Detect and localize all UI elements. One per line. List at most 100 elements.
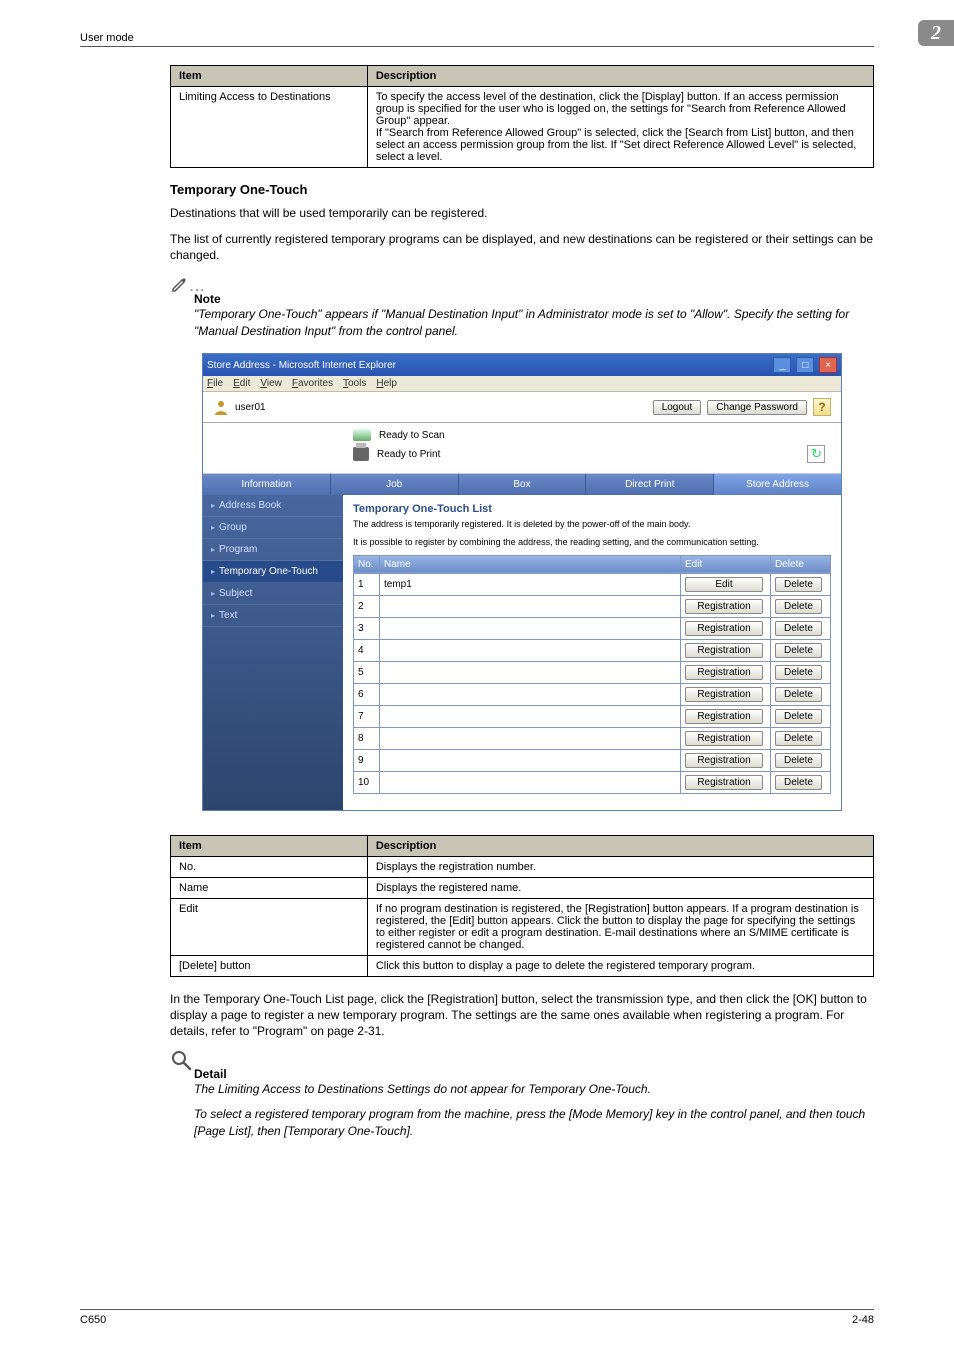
one-touch-slot-table: No. Name Edit Delete 1temp1EditDelete2Re… <box>353 555 831 794</box>
logged-in-user: user01 <box>235 402 266 413</box>
cell-edit: Registration <box>681 639 771 661</box>
device-status-panel: Ready to Scan Ready to Print <box>203 423 841 474</box>
registration-button[interactable]: Registration <box>685 643 763 658</box>
side-menu: Address BookGroupProgramTemporary One-To… <box>203 495 343 809</box>
col-edit: Edit <box>681 555 771 573</box>
tab-direct-print[interactable]: Direct Print <box>586 474 714 495</box>
cell-name: temp1 <box>380 573 681 595</box>
table-row: 2 Registration Delete <box>354 595 831 617</box>
magnifier-icon <box>170 1049 192 1071</box>
menu-item-edit[interactable]: Edit <box>233 378 250 389</box>
table-row-item: Limiting Access to Destinations <box>171 87 368 168</box>
registration-button[interactable]: Registration <box>685 709 763 724</box>
refresh-icon[interactable] <box>807 445 825 463</box>
delete-button[interactable]: Delete <box>775 775 822 790</box>
scanner-icon <box>353 429 371 441</box>
table-row-description: Displays the registered name. <box>367 877 873 898</box>
table-row: 7RegistrationDelete <box>354 705 831 727</box>
menu-item-file[interactable]: File <box>207 378 223 389</box>
section-paragraph-1: Destinations that will be used temporari… <box>170 205 874 221</box>
registration-button[interactable]: Registration <box>685 665 763 680</box>
table-row-item: [Delete] button <box>171 955 368 976</box>
delete-button[interactable]: Delete <box>775 665 822 680</box>
after-table-paragraph: In the Temporary One-Touch List page, cl… <box>170 991 874 1040</box>
registration-button[interactable]: Registration <box>685 775 763 790</box>
window-title: Store Address - Microsoft Internet Explo… <box>207 360 396 371</box>
delete-button[interactable]: Delete <box>775 643 822 658</box>
col-description: Description <box>367 66 873 87</box>
table-row: 4 Registration Delete <box>354 639 831 661</box>
menu-item-tools[interactable]: Tools <box>343 378 366 389</box>
tab-box[interactable]: Box <box>459 474 587 495</box>
registration-button[interactable]: Registration <box>685 599 763 614</box>
sidebar-item-text[interactable]: Text <box>203 605 343 627</box>
scan-status: Ready to Scan <box>379 430 445 441</box>
pencil-icon <box>170 274 190 294</box>
tab-information[interactable]: Information <box>203 474 331 495</box>
sidebar-item-subject[interactable]: Subject <box>203 583 343 605</box>
user-icon <box>213 399 229 415</box>
minimize-icon[interactable]: _ <box>773 357 791 373</box>
table-row: 9 Registration Delete <box>354 749 831 771</box>
sidebar-item-address-book[interactable]: Address Book <box>203 495 343 517</box>
table-row: 3RegistrationDelete <box>354 617 831 639</box>
tab-store-address[interactable]: Store Address <box>714 474 841 495</box>
cell-no: 9 <box>354 749 380 771</box>
cell-no: 4 <box>354 639 380 661</box>
table-row: 1temp1EditDelete <box>354 573 831 595</box>
cell-delete: Delete <box>771 727 831 749</box>
main-tabbar: InformationJobBoxDirect PrintStore Addre… <box>203 474 841 495</box>
change-password-button[interactable]: Change Password <box>707 400 807 415</box>
registration-button[interactable]: Registration <box>685 621 763 636</box>
registration-button[interactable]: Registration <box>685 731 763 746</box>
tab-job[interactable]: Job <box>331 474 459 495</box>
cell-delete: Delete <box>771 617 831 639</box>
menu-item-view[interactable]: View <box>260 378 282 389</box>
maximize-icon[interactable]: □ <box>796 357 814 373</box>
delete-button[interactable]: Delete <box>775 709 822 724</box>
cell-name <box>380 683 681 705</box>
browser-menubar[interactable]: File Edit View Favorites Tools Help <box>203 376 841 392</box>
print-status: Ready to Print <box>377 449 440 460</box>
table-row: 10RegistrationDelete <box>354 771 831 793</box>
table-row-description: Click this button to display a page to d… <box>367 955 873 976</box>
cell-delete: Delete <box>771 683 831 705</box>
cell-edit: Registration <box>681 661 771 683</box>
cell-delete: Delete <box>771 705 831 727</box>
registration-button[interactable]: Registration <box>685 753 763 768</box>
detail-block: Detail The Limiting Access to Destinatio… <box>170 1049 874 1139</box>
sidebar-item-program[interactable]: Program <box>203 539 343 561</box>
cell-delete: Delete <box>771 639 831 661</box>
table-row: 6RegistrationDelete <box>354 683 831 705</box>
edit-button[interactable]: Edit <box>685 577 763 592</box>
field-description-table: Item Description No.Displays the registr… <box>170 835 874 977</box>
delete-button[interactable]: Delete <box>775 621 822 636</box>
browser-window: Store Address - Microsoft Internet Explo… <box>202 353 842 810</box>
col-name: Name <box>380 555 681 573</box>
cell-delete: Delete <box>771 595 831 617</box>
cell-edit: Registration <box>681 683 771 705</box>
delete-button[interactable]: Delete <box>775 577 822 592</box>
table-row-description: To specify the access level of the desti… <box>367 87 873 168</box>
table-row-item: No. <box>171 856 368 877</box>
cell-no: 2 <box>354 595 380 617</box>
delete-button[interactable]: Delete <box>775 731 822 746</box>
sidebar-item-group[interactable]: Group <box>203 517 343 539</box>
cell-edit: Registration <box>681 705 771 727</box>
menu-item-favorites[interactable]: Favorites <box>292 378 333 389</box>
note-block: ... Note "Temporary One-Touch" appears i… <box>170 274 874 340</box>
delete-button[interactable]: Delete <box>775 753 822 768</box>
table-row-description: If no program destination is registered,… <box>367 898 873 955</box>
logout-button[interactable]: Logout <box>653 400 702 415</box>
menu-item-help[interactable]: Help <box>376 378 397 389</box>
app-header: user01 Logout Change Password ? <box>203 392 841 423</box>
delete-button[interactable]: Delete <box>775 687 822 702</box>
close-icon[interactable]: × <box>819 357 837 373</box>
sidebar-item-temporary-one-touch[interactable]: Temporary One-Touch <box>203 561 343 583</box>
delete-button[interactable]: Delete <box>775 599 822 614</box>
cell-name <box>380 749 681 771</box>
cell-no: 8 <box>354 727 380 749</box>
footer-left: C650 <box>80 1314 106 1326</box>
registration-button[interactable]: Registration <box>685 687 763 702</box>
help-icon[interactable]: ? <box>813 398 831 416</box>
